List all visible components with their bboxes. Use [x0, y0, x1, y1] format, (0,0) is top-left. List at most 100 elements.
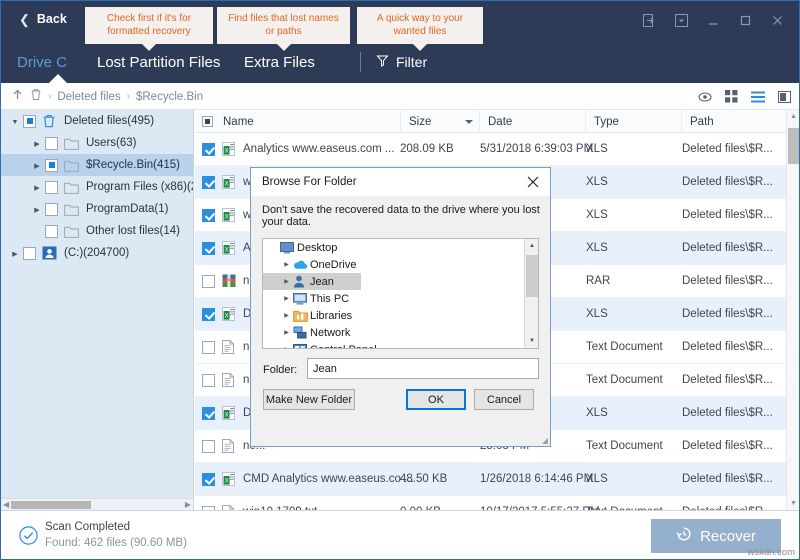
tree-node[interactable]: ProgramData(1) — [1, 198, 193, 220]
select-all-checkbox[interactable] — [202, 116, 213, 127]
scroll-thumb[interactable] — [11, 501, 91, 509]
row-checkbox[interactable] — [202, 242, 215, 255]
chevron-right-icon[interactable]: ▶ — [280, 295, 293, 302]
dialog-tree-label: Network — [310, 326, 351, 339]
tree-node-checkbox[interactable] — [45, 158, 58, 172]
chevron-right-icon[interactable]: ▶ — [280, 312, 293, 319]
cell-type: Text Document — [586, 341, 663, 353]
tree-node[interactable]: Deleted files(495) — [1, 110, 193, 132]
column-header-name[interactable]: Name — [215, 110, 401, 133]
dialog-tree-node[interactable]: ▶ This PC — [263, 290, 538, 307]
row-checkbox[interactable] — [202, 143, 215, 156]
controlpanel-icon — [293, 343, 310, 348]
preview-eye-icon[interactable] — [698, 91, 712, 103]
resize-grip-icon[interactable]: ◢ — [542, 436, 548, 445]
chevron-right-icon[interactable]: ▶ — [280, 329, 293, 336]
window-controls — [635, 9, 791, 31]
chevron-right-icon[interactable] — [29, 204, 45, 214]
column-header-path[interactable]: Path — [682, 110, 799, 133]
export-icon[interactable] — [635, 9, 663, 31]
tree-node-checkbox[interactable] — [45, 180, 58, 194]
scroll-down-arrow[interactable]: ▼ — [787, 497, 799, 510]
scroll-right-arrow[interactable]: ▶ — [185, 500, 191, 509]
scroll-up-arrow[interactable]: ▲ — [525, 239, 538, 253]
scroll-up-arrow[interactable]: ▲ — [787, 110, 799, 123]
row-checkbox[interactable] — [202, 341, 215, 354]
tree-node[interactable]: (C:)(204700) — [1, 242, 193, 264]
folder-tree-panel[interactable]: Deleted files(495) Users(63) $Recycle.Bin(… — [1, 110, 194, 510]
table-row[interactable]: X Analytics www.easeus.com ... 208.09 KB 5/… — [195, 133, 799, 166]
tab-lost-partition-files[interactable]: Lost Partition Files — [97, 41, 220, 83]
cell-size: 208.09 KB — [400, 143, 454, 155]
column-header-date[interactable]: Date — [480, 110, 586, 133]
up-arrow-icon[interactable] — [11, 88, 24, 106]
chevron-right-icon[interactable] — [29, 138, 45, 148]
check-circle-icon — [19, 526, 38, 550]
tree-node-checkbox[interactable] — [45, 224, 58, 238]
folder-icon — [64, 225, 82, 238]
dialog-tree-node[interactable]: ▶ Control Panel — [263, 341, 538, 348]
cell-name: Analytics www.easeus.com ... — [243, 143, 395, 155]
folder-name-input[interactable] — [307, 358, 539, 379]
breadcrumb-item-deleted-files[interactable]: Deleted files — [57, 91, 120, 103]
tree-node[interactable]: Program Files (x86)(2) — [1, 176, 193, 198]
maximize-icon[interactable] — [731, 9, 759, 31]
row-checkbox[interactable] — [202, 176, 215, 189]
dialog-folder-tree[interactable]: Desktop ▶ OneDrive ▶ Jean ▶ This PC ▶ Libraries ▶… — [262, 238, 539, 349]
tiles-view-icon[interactable] — [725, 90, 738, 103]
tree-node-label: Other lost files(14) — [86, 225, 180, 237]
dropdown-icon[interactable] — [667, 9, 695, 31]
row-checkbox[interactable] — [202, 275, 215, 288]
row-checkbox[interactable] — [202, 473, 215, 486]
tree-node-checkbox[interactable] — [23, 114, 36, 128]
tree-node-checkbox[interactable] — [23, 246, 36, 260]
scroll-thumb[interactable] — [526, 255, 538, 297]
txt-icon — [222, 373, 234, 390]
tree-node[interactable]: $Recycle.Bin(415) — [1, 154, 193, 176]
scroll-thumb[interactable] — [788, 128, 799, 164]
chevron-right-icon[interactable]: ▶ — [280, 261, 293, 268]
trash-icon[interactable] — [30, 88, 42, 106]
chevron-right-icon[interactable] — [29, 182, 45, 192]
tree-horizontal-scrollbar[interactable]: ◀ ▶ — [1, 498, 193, 510]
close-icon[interactable] — [763, 9, 791, 31]
list-view-icon[interactable] — [751, 91, 765, 103]
close-icon[interactable] — [522, 172, 544, 192]
table-row[interactable]: win10 1709.txt0.00 KB10/17/2017 5:55:27 … — [195, 496, 799, 510]
make-new-folder-button[interactable]: Make New Folder — [263, 389, 355, 410]
chevron-down-icon[interactable] — [7, 116, 23, 126]
details-pane-icon[interactable] — [778, 90, 791, 103]
tree-node-checkbox[interactable] — [45, 202, 58, 216]
cancel-button[interactable]: Cancel — [474, 389, 534, 410]
active-tab-indicator — [49, 74, 67, 83]
chevron-right-icon[interactable]: ▶ — [280, 278, 293, 285]
dialog-tree-scrollbar[interactable]: ▲ ▼ — [524, 239, 538, 348]
dialog-tree-node[interactable]: Desktop — [263, 239, 538, 256]
back-button[interactable]: ❮ Back — [19, 12, 67, 26]
dialog-tree-node[interactable]: ▶ OneDrive — [263, 256, 538, 273]
scroll-left-arrow[interactable]: ◀ — [3, 500, 9, 509]
dialog-tree-node[interactable]: ▶ Libraries — [263, 307, 538, 324]
tree-node[interactable]: Users(63) — [1, 132, 193, 154]
column-header-type[interactable]: Type — [586, 110, 682, 133]
tree-node[interactable]: Other lost files(14) — [1, 220, 193, 242]
dialog-tree-node[interactable]: ▶ Jean — [263, 273, 361, 290]
chevron-right-icon[interactable]: ▶ — [280, 346, 293, 348]
cell-type: XLS — [586, 242, 608, 254]
tree-node-checkbox[interactable] — [45, 136, 58, 150]
row-checkbox[interactable] — [202, 374, 215, 387]
ok-button[interactable]: OK — [406, 389, 466, 410]
minimize-icon[interactable] — [699, 9, 727, 31]
scroll-down-arrow[interactable]: ▼ — [525, 334, 538, 348]
row-checkbox[interactable] — [202, 209, 215, 222]
breadcrumb-item-recycle-bin[interactable]: $Recycle.Bin — [136, 91, 203, 103]
row-checkbox[interactable] — [202, 407, 215, 420]
row-checkbox[interactable] — [202, 308, 215, 321]
file-list-scrollbar[interactable]: ▲ ▼ — [786, 110, 799, 510]
dialog-tree-node[interactable]: ▶ Network — [263, 324, 538, 341]
cell-path: Deleted files\$R... — [682, 374, 773, 386]
chevron-right-icon[interactable] — [7, 248, 23, 258]
chevron-right-icon[interactable] — [29, 160, 45, 170]
row-checkbox[interactable] — [202, 440, 215, 453]
table-row[interactable]: X CMD Analytics www.easeus.co ... 48.50 KB… — [195, 463, 799, 496]
